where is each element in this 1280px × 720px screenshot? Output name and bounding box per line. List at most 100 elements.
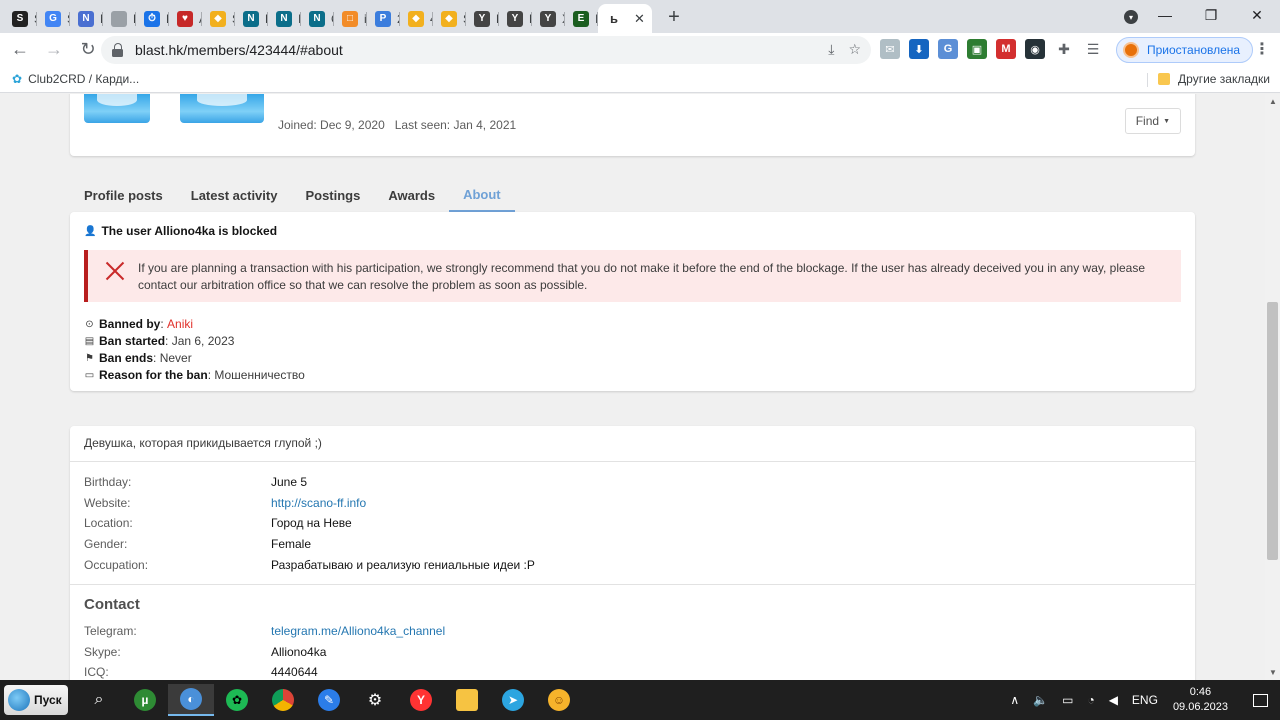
volume-icon[interactable]: ◀: [1109, 693, 1118, 707]
field-link[interactable]: telegram.me/Alliono4ka_channel: [271, 621, 445, 642]
active-tab[interactable]: ь ✕: [598, 4, 652, 33]
settings-gear-icon[interactable]: ⚙: [352, 684, 398, 716]
browser-tab[interactable]: NInfo: [268, 4, 301, 33]
divider: [70, 461, 1195, 462]
profile-button[interactable]: Приостановлена: [1116, 37, 1254, 63]
url-text[interactable]: blast.hk/members/423444/#about: [135, 42, 343, 58]
notification-center-icon[interactable]: [1240, 680, 1280, 720]
bookmark-club2crd[interactable]: ✿ Club2CRD / Карди...: [12, 72, 139, 86]
utorrent-app-icon[interactable]: µ: [122, 684, 168, 716]
ban-warning-message: If you are planning a transaction with h…: [138, 261, 1146, 292]
ban-row-started: ▤ Ban started: Jan 6, 2023: [84, 334, 235, 348]
network-icon[interactable]: ▭: [1062, 693, 1073, 707]
tab-postings[interactable]: Postings: [291, 178, 374, 212]
translate-extension-icon[interactable]: G: [938, 39, 958, 59]
tab-profile-posts[interactable]: Profile posts: [70, 178, 177, 212]
browser-tab[interactable]: YРез: [499, 4, 532, 33]
profile-tabs: Profile posts Latest activity Postings A…: [70, 178, 515, 212]
chrome-app-icon[interactable]: [260, 684, 306, 716]
browser-menu-icon[interactable]: ⋮: [1254, 39, 1270, 59]
mail-extension-icon[interactable]: ✉: [880, 39, 900, 59]
back-button[interactable]: ←: [6, 36, 34, 64]
screen-extension-icon[interactable]: ▣: [967, 39, 987, 59]
puzzle-extensions-icon[interactable]: ✚: [1054, 39, 1074, 59]
scroll-down-icon[interactable]: ▼: [1269, 668, 1277, 677]
other-bookmarks[interactable]: Другие закладки: [1158, 72, 1270, 86]
field-label: Gender:: [84, 537, 128, 552]
browser-tab[interactable]: P202: [367, 4, 400, 33]
custom-status: Девушка, которая прикидывается глупой ;): [84, 436, 322, 450]
tab-favicon-icon: G: [45, 10, 61, 27]
field-label: Location:: [84, 516, 133, 531]
wifi-icon[interactable]: ◔: [1087, 693, 1094, 707]
caret-down-icon: ▼: [1163, 117, 1170, 125]
browser-tab[interactable]: NNul: [70, 4, 103, 33]
address-bar[interactable]: blast.hk/members/423444/#about ⤓ ☆: [101, 36, 871, 64]
close-window-button[interactable]: ✕: [1234, 0, 1280, 30]
tab-search-button[interactable]: ▾: [1120, 6, 1142, 28]
page-viewport: Joined: Dec 9, 2020 Last seen: Jan 4, 202…: [0, 94, 1265, 680]
file-explorer-icon[interactable]: [444, 684, 490, 716]
close-tab-icon[interactable]: ✕: [634, 11, 645, 27]
reload-button[interactable]: ↻: [74, 36, 102, 64]
lock-icon[interactable]: [111, 43, 125, 57]
ban-started-label: Ban started: [99, 334, 166, 348]
browser-tab[interactable]: □img: [334, 4, 367, 33]
browser-tab[interactable]: NСпі: [301, 4, 334, 33]
browser-tab[interactable]: Новая: [103, 4, 136, 33]
app-green-icon[interactable]: ✿: [214, 684, 260, 716]
find-button[interactable]: Find ▼: [1124, 108, 1181, 134]
globe-extension-icon[interactable]: ◉: [1025, 39, 1045, 59]
browser-tab[interactable]: SSell: [4, 4, 37, 33]
bookmark-star-icon[interactable]: ☆: [848, 41, 861, 58]
field-value: 4440644: [271, 665, 318, 680]
yandex-app-icon[interactable]: Y: [398, 684, 444, 716]
tab-latest-activity[interactable]: Latest activity: [177, 178, 292, 212]
language-indicator[interactable]: ENG: [1132, 693, 1158, 707]
chevron-up-icon[interactable]: ∧: [1010, 693, 1019, 707]
search-icon[interactable]: ⌕: [76, 684, 122, 716]
bookmarks-bar: ✿ Club2CRD / Карди... Другие закладки: [0, 66, 1280, 93]
banned-by-user-link[interactable]: Aniki: [167, 316, 193, 333]
browser-tab[interactable]: ♥Alli: [169, 4, 202, 33]
page-scrollbar[interactable]: ▲ ▼: [1265, 94, 1280, 680]
tab-about[interactable]: About: [449, 178, 515, 212]
scrollbar-thumb[interactable]: [1267, 302, 1278, 560]
browser-tab[interactable]: NРез: [235, 4, 268, 33]
browser-app-icon[interactable]: ◐: [168, 684, 214, 716]
minimize-button[interactable]: —: [1142, 0, 1188, 30]
install-icon[interactable]: ⤓: [828, 41, 834, 58]
gmail-extension-icon[interactable]: M: [996, 39, 1016, 59]
clock[interactable]: 0:46 09.06.2023: [1173, 685, 1228, 715]
ban-heading: 👤 The user Alliono4ka is blocked: [84, 224, 277, 238]
scroll-up-icon[interactable]: ▲: [1269, 97, 1277, 106]
browser-tab[interactable]: ◆4Sc: [400, 4, 433, 33]
forward-button[interactable]: →: [40, 36, 68, 64]
browser-tab[interactable]: YХа: [532, 4, 565, 33]
field-link[interactable]: http://scano-ff.info: [271, 493, 366, 514]
browser-tab[interactable]: GSell: [37, 4, 70, 33]
telegram-app-icon[interactable]: ➤: [490, 684, 536, 716]
browser-tab[interactable]: ⏱Ист: [136, 4, 169, 33]
browser-tab[interactable]: EInb: [565, 4, 598, 33]
download-extension-icon[interactable]: ⬇: [909, 39, 929, 59]
new-tab-button[interactable]: +: [660, 3, 688, 31]
reading-list-icon[interactable]: ☰: [1083, 39, 1103, 59]
ban-row-banned-by: ⊙ Banned by: Aniki: [85, 316, 194, 333]
speaker-icon[interactable]: 🔈: [1033, 693, 1048, 707]
field-label: Occupation:: [84, 557, 149, 572]
comment-icon: ▭: [84, 370, 95, 381]
flag-icon: ⚑: [85, 353, 94, 364]
browser-tab[interactable]: ◆Sca: [433, 4, 466, 33]
other-bookmarks-label: Другие закладки: [1178, 72, 1270, 86]
maximize-button[interactable]: ❐: [1188, 0, 1234, 30]
tab-favicon-icon: Y: [474, 10, 490, 27]
browser-tab[interactable]: ◆Sca: [202, 4, 235, 33]
emoji-app-icon[interactable]: ☺: [536, 684, 582, 716]
start-button[interactable]: Пуск: [4, 685, 68, 715]
tab-awards[interactable]: Awards: [374, 178, 449, 212]
start-label: Пуск: [34, 693, 62, 707]
pen-app-icon[interactable]: ✎: [306, 684, 352, 716]
error-x-icon: [104, 260, 126, 282]
browser-tab[interactable]: YПр: [466, 4, 499, 33]
